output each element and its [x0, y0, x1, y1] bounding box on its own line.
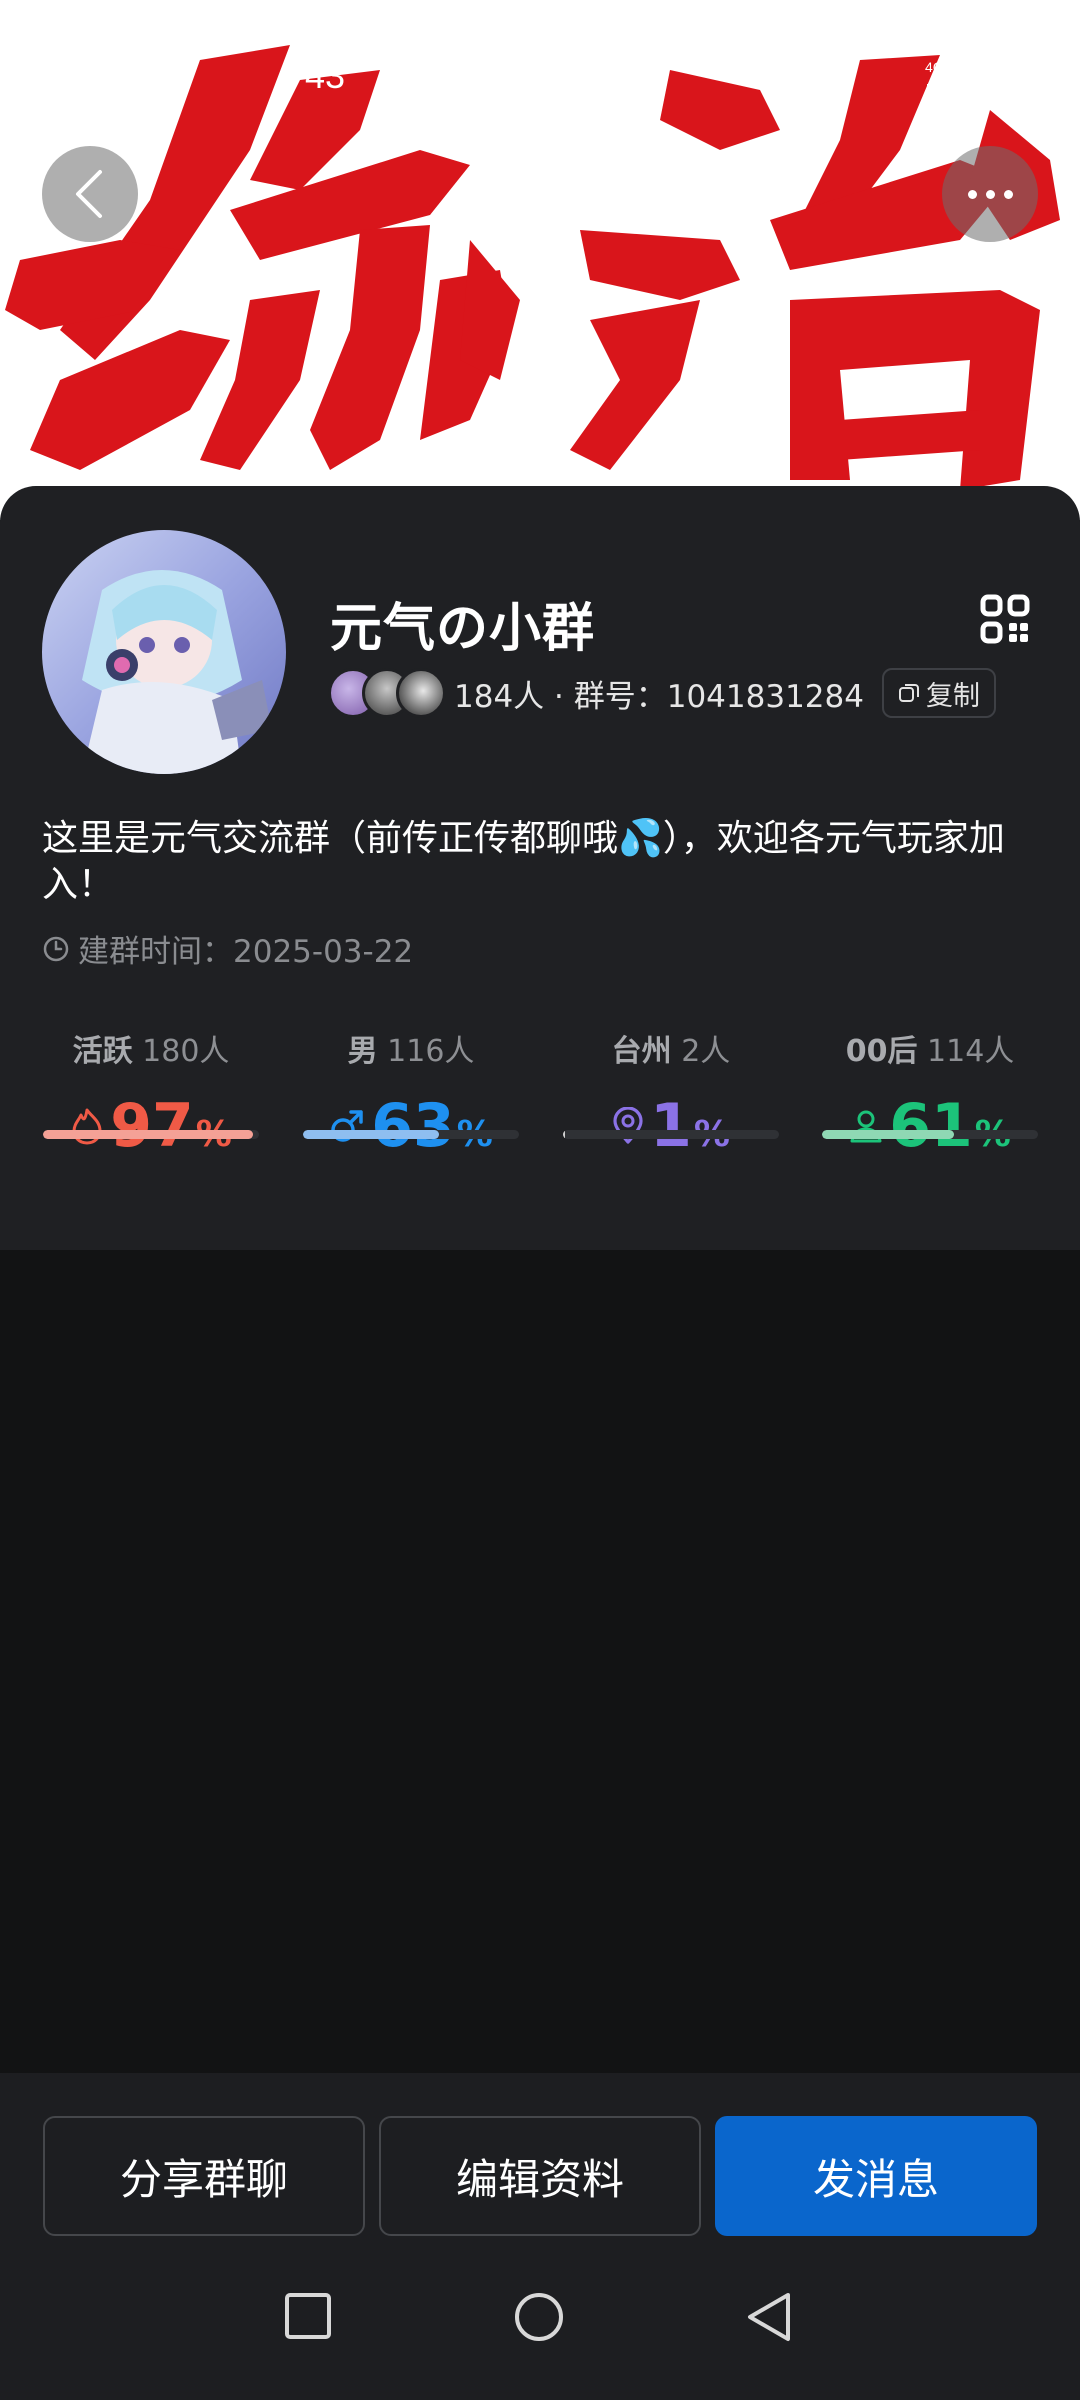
- group-info-card: 元气の小群 184人 · 群号：1041831284 复制 这里是元气交流群（前…: [0, 486, 1080, 1250]
- edit-profile-button[interactable]: 编辑资料: [379, 2116, 701, 2236]
- svg-text:4G: 4G: [925, 59, 944, 75]
- stat-value: 61 %: [822, 1096, 1038, 1156]
- share-group-button[interactable]: 分享群聊: [43, 2116, 365, 2236]
- stat-label: 活跃 180人: [72, 1034, 230, 1069]
- group-meta-row: 184人 · 群号：1041831284 复制: [328, 666, 996, 720]
- signal-icon: 4G: [925, 58, 975, 102]
- stat-value: 63 %: [303, 1096, 519, 1156]
- send-message-button[interactable]: 发消息: [715, 2116, 1037, 2236]
- stat-label: 男 116人: [347, 1034, 475, 1069]
- group-intro: 这里是元气交流群（前传正传都聊哦💦），欢迎各元气玩家加入！: [42, 818, 1005, 905]
- recent-apps-icon[interactable]: [283, 2291, 333, 2341]
- stat-value: 97 %: [43, 1096, 259, 1156]
- member-avatars[interactable]: [328, 668, 446, 718]
- member-count-and-id: 184人 · 群号：1041831284: [454, 678, 864, 715]
- home-icon[interactable]: [513, 2291, 565, 2343]
- member-avatar: [396, 668, 446, 718]
- stat-label: 00后 114人: [845, 1034, 1015, 1069]
- copy-label: 复制: [925, 680, 980, 712]
- stat-value: 1 %: [563, 1096, 779, 1156]
- stat-progress-bar: [563, 1130, 779, 1139]
- more-button[interactable]: [942, 146, 1038, 242]
- created-text: 建群时间：2025-03-22: [78, 934, 414, 970]
- bottom-action-bar: 分享群聊 编辑资料 发消息: [0, 2073, 1080, 2400]
- group-banner: 43 4G: [0, 0, 1080, 520]
- qr-code-icon[interactable]: [980, 594, 1030, 648]
- flame-icon: [72, 1108, 102, 1145]
- chevron-left-icon: [76, 170, 102, 218]
- stat-progress-bar: [303, 1130, 519, 1139]
- copy-icon: [898, 684, 919, 702]
- location-icon: [613, 1107, 643, 1144]
- more-dots-icon: [967, 189, 1013, 199]
- status-time: 43: [305, 55, 346, 96]
- banner-calligraphy: [5, 45, 1060, 490]
- back-nav-icon[interactable]: [744, 2291, 794, 2343]
- clock-icon: [43, 936, 69, 961]
- group-name: 元气の小群: [330, 599, 596, 659]
- stat-label: 台州 2人: [611, 1034, 731, 1069]
- stat-progress-bar: [822, 1130, 1038, 1139]
- copy-button[interactable]: 复制: [881, 668, 996, 718]
- back-button[interactable]: [42, 146, 138, 242]
- stat-progress-bar: [43, 1130, 259, 1139]
- group-avatar[interactable]: [42, 530, 286, 774]
- group-stats: 活跃 180人 97 % 男 116人 63 %: [0, 1026, 1080, 1226]
- created-date: 建群时间：2025-03-22: [42, 926, 413, 971]
